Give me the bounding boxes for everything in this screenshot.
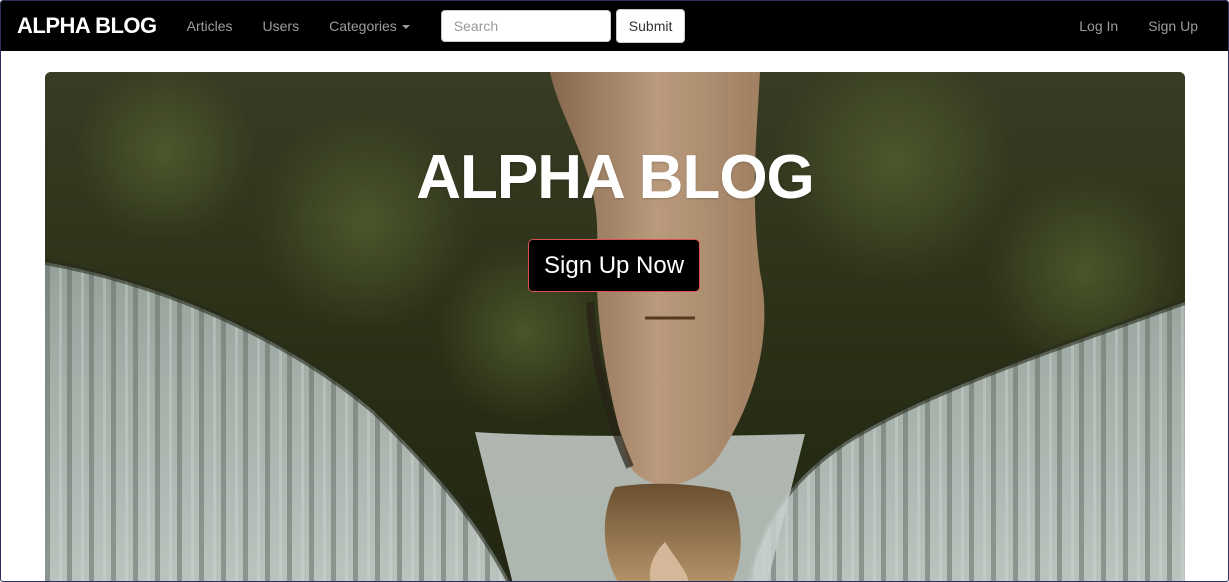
nav-categories-label: Categories bbox=[329, 18, 397, 34]
brand-logo-link[interactable]: ALPHA BLOG bbox=[17, 13, 157, 39]
top-navbar: ALPHA BLOG Articles Users Categories Sub… bbox=[1, 1, 1228, 51]
nav-login-link[interactable]: Log In bbox=[1079, 18, 1118, 34]
signup-now-button[interactable]: Sign Up Now bbox=[528, 239, 701, 292]
nav-users-link[interactable]: Users bbox=[263, 18, 300, 34]
hero-jumbotron: ALPHA BLOG Sign Up Now bbox=[45, 72, 1185, 581]
caret-down-icon bbox=[401, 25, 410, 29]
nav-articles-link[interactable]: Articles bbox=[187, 18, 233, 34]
hero-title: ALPHA BLOG bbox=[416, 143, 815, 212]
search-input[interactable] bbox=[440, 10, 611, 42]
search-submit-button[interactable]: Submit bbox=[615, 9, 686, 43]
nav-right-group: Log In Sign Up bbox=[1079, 18, 1198, 34]
nav-signup-link[interactable]: Sign Up bbox=[1148, 18, 1198, 34]
nav-categories-dropdown[interactable]: Categories bbox=[329, 18, 410, 34]
browser-page: ALPHA BLOG Articles Users Categories Sub… bbox=[0, 0, 1229, 582]
